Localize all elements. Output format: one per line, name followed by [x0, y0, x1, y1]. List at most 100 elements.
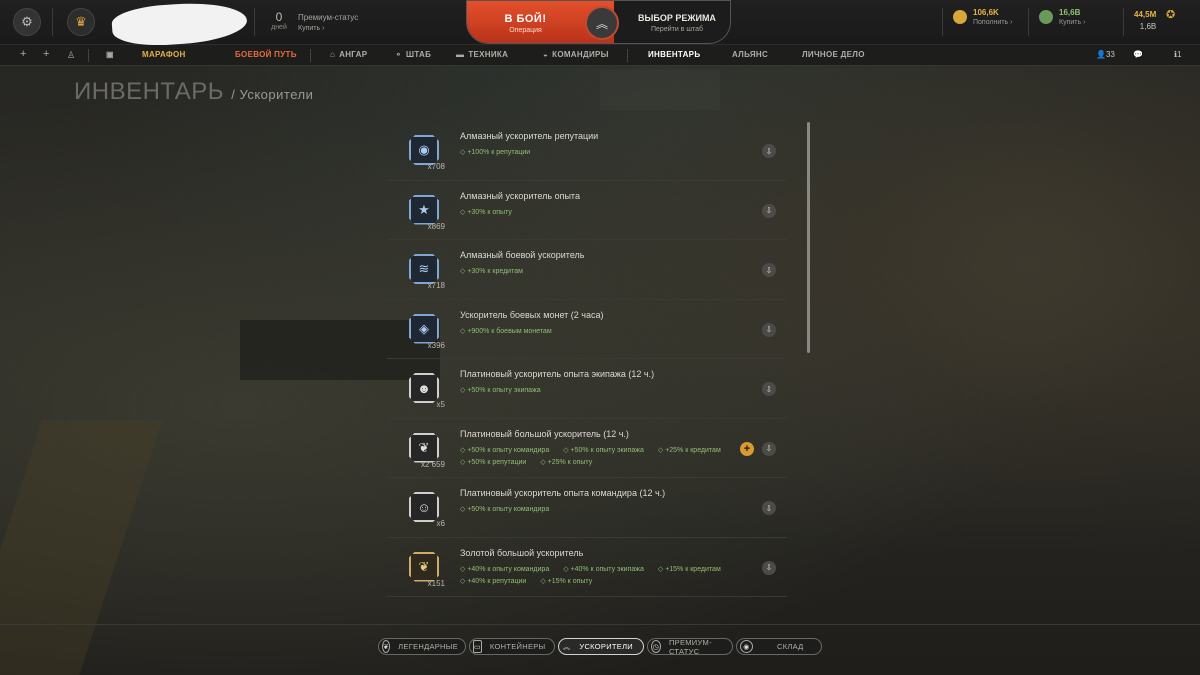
booster-effect: +15% к опыту [540, 577, 593, 585]
premium-days-label: дней [271, 24, 287, 31]
booster-name: Платиновый большой ускоритель (12 ч.) [460, 428, 629, 439]
laurel-icon: ❦ [409, 551, 439, 582]
tab-storage[interactable]: ◉ СКЛАД [736, 638, 822, 655]
rank-chevron-icon[interactable]: ︽ [585, 6, 619, 40]
booster-row[interactable]: ★x869 Алмазный ускоритель опыта +30% к опы… [387, 181, 787, 240]
download-arrow-icon[interactable]: ⇩ [762, 560, 776, 575]
booster-effect: +40% к репутации [460, 577, 526, 585]
divider [310, 49, 311, 62]
add-booster-button[interactable]: + [740, 441, 754, 456]
page-title-sub: / Ускорители [231, 87, 314, 102]
download-arrow-icon[interactable]: ⇩ [762, 501, 776, 515]
credits-value: 16,6B [1059, 8, 1081, 17]
download-arrow-icon[interactable]: ⇩ [762, 441, 776, 456]
booster-row[interactable]: ☻ x5 Платиновый ускоритель опыта экипажа (… [387, 359, 787, 419]
friends-button[interactable]: 👤33 [1096, 50, 1115, 59]
settings-gear-icon[interactable]: ⚙ [13, 8, 41, 36]
credits-currency[interactable]: 16,6B Купить › [1039, 8, 1085, 26]
main-nav: + + ♙ ▣ МАРАФОН БОЕВОЙ ПУТЬ ⌂ АНГАР ⚬ ШТАБ… [0, 45, 1200, 66]
hangar-icon: ⌂ [330, 50, 336, 59]
divider [1028, 8, 1029, 36]
nav-commanders[interactable]: ◒ КОМАНДИРЫ [543, 50, 609, 59]
booster-effects: +50% к опыту экипажа [460, 386, 540, 394]
add-icon[interactable]: + [43, 48, 49, 60]
nav-marathon[interactable]: МАРАФОН [142, 50, 186, 59]
tab-containers-label: КОНТЕЙНЕРЫ [489, 642, 546, 651]
credits-icon [1039, 10, 1053, 24]
download-arrow-icon[interactable]: ⇩ [762, 203, 776, 218]
divider [627, 49, 628, 62]
notification-bell-icon[interactable]: ♙ [67, 50, 75, 61]
download-arrow-icon[interactable]: ⇩ [762, 263, 776, 277]
friends-count: 33 [1105, 50, 1115, 59]
booster-row[interactable]: ◉x708 Алмазный ускоритель репутации +100% … [387, 121, 787, 181]
booster-row[interactable]: ≋x718 Алмазный боевой ускоритель +30% к кр… [387, 240, 787, 300]
booster-effect: +40% к опыту экипажа [563, 565, 644, 573]
booster-quantity: x151 [427, 578, 445, 588]
calendar-icon[interactable]: ▣ [106, 50, 118, 59]
container-icon: ▭ [473, 640, 482, 653]
page-title: ИНВЕНТАРЬ / Ускорители [74, 78, 313, 106]
booster-effects: +40% к репутации +15% к опыту [460, 577, 592, 585]
booster-effect: +30% к опыту [460, 208, 512, 216]
tab-boosters[interactable]: ︽ УСКОРИТЕЛИ [558, 638, 644, 655]
download-arrow-icon[interactable]: ⇩ [762, 322, 776, 337]
chat-icon[interactable]: 💬 [1133, 50, 1143, 59]
add-icon[interactable]: + [20, 48, 26, 60]
premium-status[interactable]: Премиум-статус Купить › [298, 13, 358, 32]
battle-coin-icon: ◈ [409, 313, 439, 344]
booster-row[interactable]: ❦ x2 659 Платиновый большой ускоритель (12… [387, 419, 787, 478]
tab-premium-status[interactable]: ◷ ПРЕМИУМ-СТАТУС [647, 638, 733, 656]
nav-battle-path[interactable]: БОЕВОЙ ПУТЬ [235, 50, 297, 59]
booster-quantity: x708 [427, 162, 445, 171]
divider [942, 8, 943, 36]
tab-legendary[interactable]: ❦ ЛЕГЕНДАРНЫЕ [378, 638, 466, 655]
inventory-tabs: ❦ ЛЕГЕНДАРНЫЕ ▭ КОНТЕЙНЕРЫ ︽ УСКОРИТЕЛИ ◷ ПР… [378, 638, 822, 656]
list-scrollbar[interactable] [807, 122, 810, 353]
mode-select-sub: Перейти в штаб [651, 26, 703, 33]
chevron-up-icon: ︽ [563, 643, 571, 651]
booster-effects: +50% к репутации +25% к опыту [460, 458, 592, 466]
crown-icon[interactable]: ♛ [67, 8, 95, 36]
premium-buy-link[interactable]: Купить › [298, 25, 358, 32]
booster-quantity: x869 [427, 221, 445, 231]
booster-effect: +50% к репутации [460, 458, 526, 466]
download-arrow-icon[interactable]: ⇩ [762, 144, 776, 158]
booster-quantity: x5 [436, 400, 445, 409]
xp-value: 1,6B [1139, 22, 1157, 31]
credits-buy-link[interactable]: Купить › [1059, 19, 1085, 26]
booster-quantity: x6 [436, 519, 445, 528]
nav-alliance[interactable]: АЛЬЯНС [732, 50, 768, 59]
tab-containers[interactable]: ▭ КОНТЕЙНЕРЫ [469, 638, 555, 655]
gold-coin-icon [953, 10, 967, 24]
booster-row[interactable]: ❦x151 Золотой большой ускоритель +40% к оп… [387, 538, 787, 597]
booster-row[interactable]: ☺ x6 Платиновый ускоритель опыта командира… [387, 478, 787, 538]
booster-quantity: x718 [427, 281, 445, 290]
mode-select-button[interactable]: ВЫБОР РЕЖИМА Перейти в штаб [623, 1, 730, 43]
nav-hq[interactable]: ⚬ ШТАБ [395, 50, 431, 59]
booster-row[interactable]: ◈x396 Ускоритель боевых монет (2 часа) +90… [387, 300, 787, 359]
clock-icon: ◷ [651, 640, 661, 653]
gold-currency[interactable]: 106,6K Пополнить › [953, 8, 1012, 26]
nav-inventory[interactable]: ИНВЕНТАРЬ [648, 50, 700, 59]
nav-vehicles-label: ТЕХНИКА [468, 50, 509, 59]
nav-vehicles[interactable]: ▬ ТЕХНИКА [456, 50, 508, 59]
notifications-button[interactable]: ℹ1 [1174, 50, 1182, 59]
download-arrow-icon[interactable]: ⇩ [762, 382, 776, 396]
booster-effects: +40% к опыту командира +40% к опыту экипа… [460, 565, 720, 573]
top-bar: ⚙ ♛ 0 дней Премиум-статус Купить › В БОЙ… [0, 0, 1200, 49]
tab-storage-label: СКЛАД [777, 642, 804, 651]
premium-days-value: 0 [275, 10, 283, 24]
nav-service-record[interactable]: ЛИЧНОЕ ДЕЛО [802, 50, 865, 59]
booster-effect: +25% к опыту [540, 458, 593, 466]
free-xp-value: 44,5M [1134, 10, 1157, 19]
experience-currency[interactable]: 44,5M 1,6B [1134, 10, 1156, 31]
tab-boosters-label: УСКОРИТЕЛИ [579, 642, 633, 651]
booster-name: Платиновый ускоритель опыта командира (1… [460, 488, 666, 498]
tank-icon: ▬ [456, 50, 465, 59]
nav-hangar[interactable]: ⌂ АНГАР [330, 50, 367, 59]
star-icon: ★ [409, 194, 439, 225]
gold-topup-link[interactable]: Пополнить › [973, 19, 1012, 26]
booster-effect: +50% к опыту командира [460, 505, 549, 513]
booster-list: ◉x708 Алмазный ускоритель репутации +100% … [387, 121, 787, 597]
